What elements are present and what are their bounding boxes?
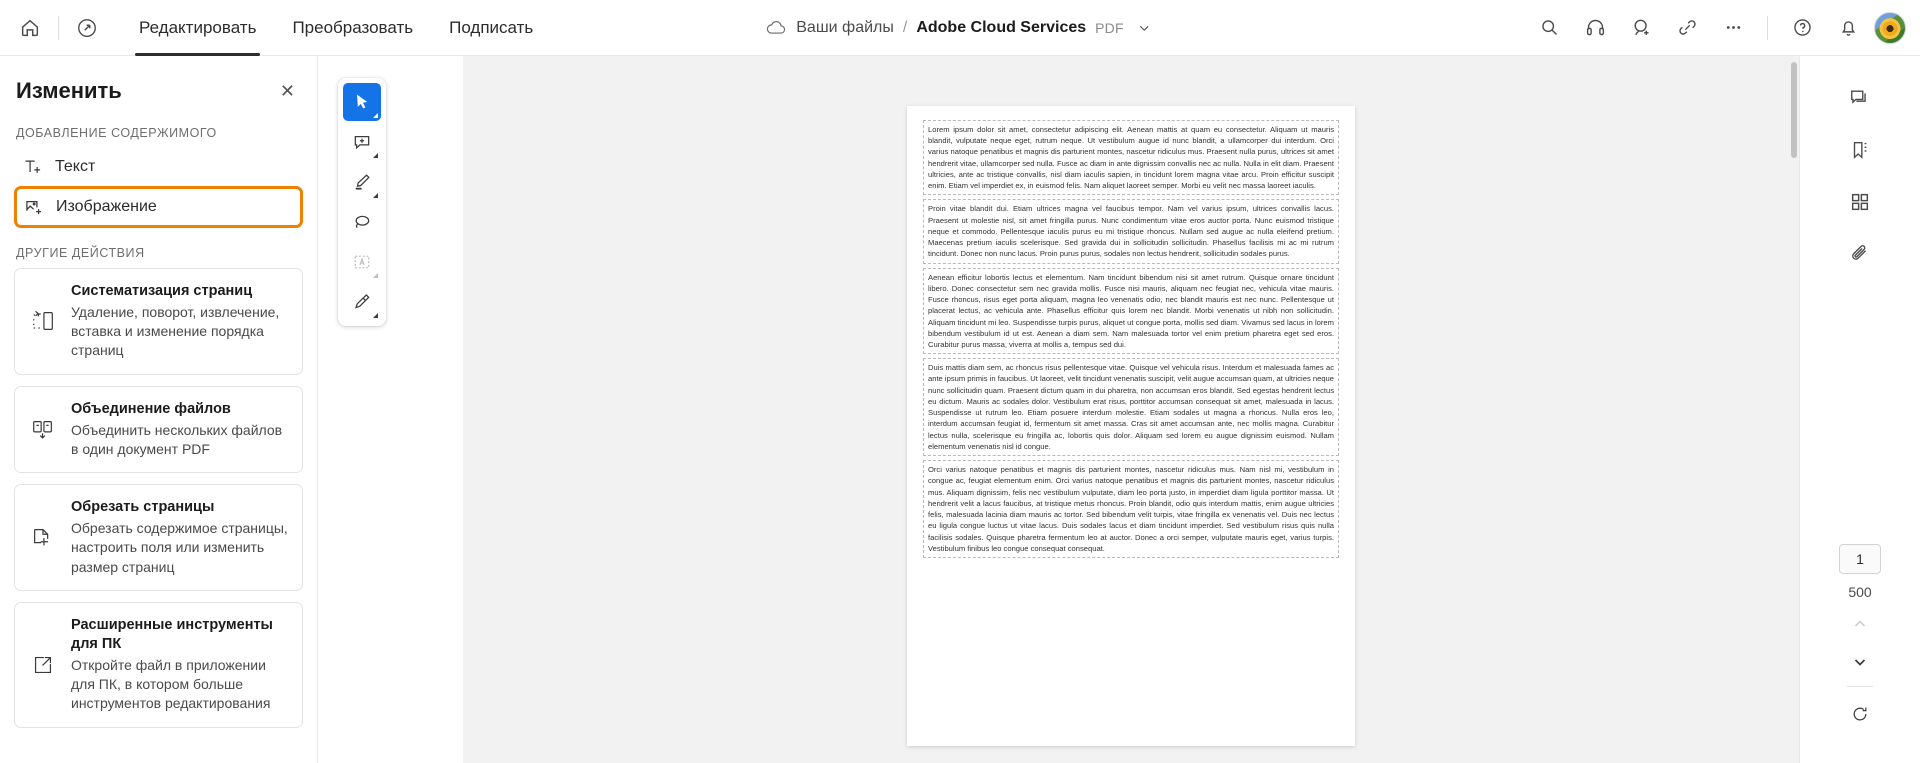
top-bar-actions	[1529, 0, 1906, 56]
tab-sign[interactable]: Подписать	[431, 0, 551, 56]
chevron-down-icon	[373, 193, 378, 198]
crop-pages-icon	[29, 524, 57, 552]
add-text-icon	[22, 156, 44, 178]
chevron-down-icon[interactable]	[1843, 648, 1877, 676]
document-title: Adobe Cloud Services	[916, 18, 1087, 36]
tab-convert-label: Преобразовать	[292, 17, 414, 37]
card-title: Обрезать страницы	[71, 499, 215, 516]
tab-edit[interactable]: Редактировать	[121, 0, 274, 56]
rail-buttons	[1840, 78, 1880, 274]
bookmarks-icon[interactable]	[1840, 130, 1880, 170]
add-text-item[interactable]: Текст	[14, 148, 303, 186]
card-description: Откройте файл в приложении для ПК, в кот…	[71, 656, 271, 712]
comments-icon[interactable]	[1840, 78, 1880, 118]
card-text: Обрезать страницы Обрезать содержимое ст…	[71, 498, 288, 577]
combine-files-icon	[29, 416, 57, 444]
signature-tool[interactable]	[343, 283, 381, 321]
highlighter-tool[interactable]	[343, 163, 381, 201]
chevron-down-icon	[373, 273, 378, 278]
card-description: Объединить нескольких файлов в один доку…	[71, 421, 283, 457]
page-total-label: 500	[1848, 584, 1872, 600]
document-canvas[interactable]: Lorem ipsum dolor sit amet, consectetur …	[463, 56, 1799, 763]
divider	[1767, 15, 1768, 40]
panel-title: Изменить	[16, 78, 122, 103]
right-rail: 1 500	[1799, 56, 1920, 763]
paragraph-block[interactable]: Duis mattis diam sem, ac rhoncus risus p…	[923, 358, 1339, 457]
top-bar: Редактировать Преобразовать Подписать Ва…	[0, 0, 1920, 56]
breadcrumb-separator: /	[902, 18, 908, 36]
paragraph-block[interactable]: Aenean efficitur lobortis lectus et elem…	[923, 267, 1339, 355]
add-image-label: Изображение	[56, 198, 157, 215]
card-text: Систематизация страниц Удаление, поворот…	[71, 282, 288, 361]
card-crop-pages[interactable]: Обрезать страницы Обрезать содержимое ст…	[14, 484, 303, 592]
card-combine-files[interactable]: Объединение файлов Объединить нескольких…	[14, 385, 303, 474]
add-image-icon	[23, 196, 45, 218]
chevron-down-icon	[373, 153, 378, 158]
organize-pages-icon	[29, 307, 57, 335]
scrollbar-thumb[interactable]	[1791, 62, 1797, 158]
user-avatar[interactable]	[1874, 11, 1906, 44]
card-description: Обрезать содержимое страницы, настроить …	[71, 520, 288, 575]
search-icon[interactable]	[1529, 8, 1569, 48]
add-person-icon[interactable]	[1621, 8, 1661, 48]
toolstrip-area	[318, 56, 463, 763]
card-text: Расширенные инструменты для ПК Откройте …	[71, 616, 288, 714]
edit-tools-panel: Изменить ✕ ДОБАВЛЕНИЕ СОДЕРЖИМОГО Текст …	[0, 56, 318, 763]
tab-sign-label: Подписать	[449, 17, 534, 37]
home-icon[interactable]	[10, 8, 50, 48]
close-icon[interactable]: ✕	[274, 78, 301, 104]
rotate-icon[interactable]	[1843, 697, 1877, 731]
open-desktop-icon	[29, 651, 57, 679]
file-type-badge: PDF	[1095, 19, 1124, 36]
headphones-icon[interactable]	[1575, 8, 1615, 48]
add-image-item[interactable]: Изображение	[14, 186, 303, 228]
chevron-down-icon	[373, 313, 378, 318]
panel-header: Изменить ✕	[14, 56, 303, 108]
paragraph-block[interactable]: Proin vitae blandit dui. Etiam ultrices …	[923, 199, 1339, 264]
chevron-up-icon[interactable]	[1843, 610, 1877, 638]
tab-edit-label: Редактировать	[139, 17, 257, 37]
add-text-label: Текст	[55, 158, 96, 175]
vertical-scrollbar[interactable]	[1789, 56, 1799, 763]
acrobat-web-app: Редактировать Преобразовать Подписать Ва…	[0, 0, 1920, 763]
top-bar-left: Редактировать Преобразовать Подписать	[0, 0, 551, 56]
card-desktop-tools[interactable]: Расширенные инструменты для ПК Откройте …	[14, 602, 303, 728]
add-text-box-tool[interactable]	[343, 243, 381, 281]
paragraph-block[interactable]: Orci varius natoque penatibus et magnis …	[923, 460, 1339, 558]
breadcrumb-root[interactable]: Ваши файлы	[796, 19, 894, 37]
card-text: Объединение файлов Объединить нескольких…	[71, 400, 288, 459]
breadcrumb: Ваши файлы / Adobe Cloud Services PDF	[765, 0, 1155, 56]
tab-convert[interactable]: Преобразовать	[274, 0, 431, 56]
paragraph-block[interactable]: Lorem ipsum dolor sit amet, consectetur …	[923, 120, 1339, 196]
chevron-down-icon	[373, 113, 378, 118]
link-icon[interactable]	[1667, 8, 1707, 48]
cloud-icon	[765, 20, 787, 36]
add-comment-tool[interactable]	[343, 123, 381, 161]
add-content-section-label: ДОБАВЛЕНИЕ СОДЕРЖИМОГО	[16, 126, 217, 140]
card-title: Объединение файлов	[71, 400, 231, 417]
select-tool[interactable]	[343, 83, 381, 121]
pdf-page[interactable]: Lorem ipsum dolor sit amet, consectetur …	[907, 106, 1355, 746]
card-description: Удаление, поворот, извлечение, вставка и…	[71, 303, 280, 359]
help-icon[interactable]	[1782, 8, 1822, 48]
thumbnails-icon[interactable]	[1840, 182, 1880, 222]
page-navigation: 1 500	[1839, 544, 1881, 731]
annotation-toolstrip	[338, 78, 386, 326]
divider	[1847, 686, 1873, 687]
bell-icon[interactable]	[1828, 8, 1868, 48]
main-nav-tabs: Редактировать Преобразовать Подписать	[121, 0, 551, 56]
card-organize-pages[interactable]: Систематизация страниц Удаление, поворот…	[14, 268, 303, 375]
page-number-input[interactable]: 1	[1839, 544, 1881, 574]
divider	[58, 15, 59, 40]
card-title: Систематизация страниц	[71, 283, 253, 299]
other-actions-section-label: ДРУГИЕ ДЕЙСТВИЯ	[16, 246, 145, 260]
more-icon[interactable]	[1713, 8, 1753, 48]
attachments-icon[interactable]	[1840, 234, 1880, 274]
acrobat-logo-icon[interactable]	[67, 8, 107, 48]
card-title: Расширенные инструменты для ПК	[71, 617, 273, 652]
chevron-down-icon[interactable]	[1133, 17, 1155, 39]
lasso-tool[interactable]	[343, 203, 381, 241]
